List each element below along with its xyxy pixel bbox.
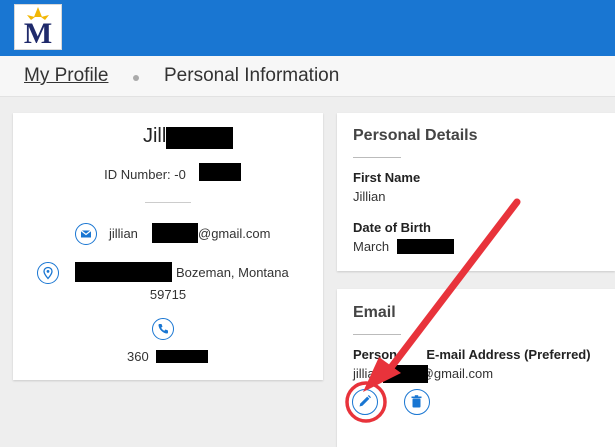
annotation-overlay [345, 198, 521, 423]
annotation-arrow-shaft [379, 198, 521, 382]
